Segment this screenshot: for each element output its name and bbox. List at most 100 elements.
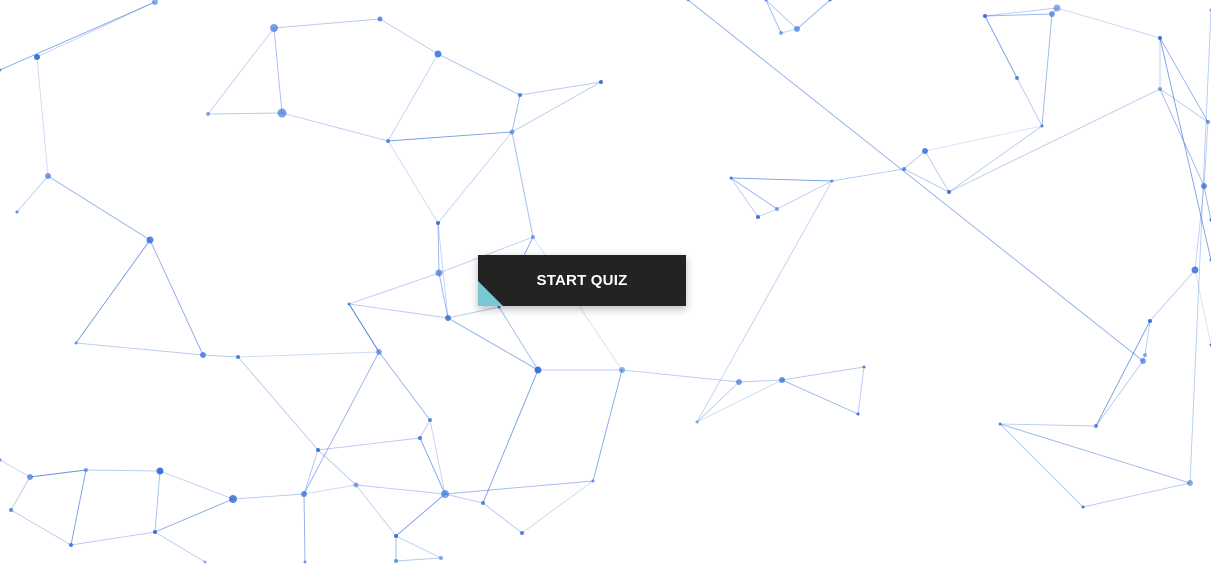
network-node — [377, 16, 383, 22]
network-link — [687, 0, 1144, 362]
network-node — [998, 422, 1002, 426]
network-link — [1095, 320, 1151, 427]
network-link — [757, 208, 778, 218]
network-link — [154, 531, 206, 563]
network-node — [509, 129, 515, 135]
network-node — [1094, 424, 1098, 428]
network-node — [236, 355, 240, 359]
network-link — [592, 369, 623, 482]
network-link — [1159, 37, 1211, 261]
network-node — [1015, 76, 1019, 80]
network-link — [444, 480, 594, 495]
network-node — [316, 448, 320, 452]
network-node — [902, 167, 906, 171]
network-node — [27, 474, 33, 480]
network-node — [34, 54, 40, 60]
network-link — [85, 469, 161, 472]
network-link — [730, 177, 833, 182]
network-node — [534, 366, 542, 374]
network-link — [355, 484, 446, 495]
network-node — [1206, 120, 1210, 124]
network-link — [149, 239, 204, 356]
network-node — [922, 148, 928, 154]
network-link — [696, 180, 833, 423]
network-node — [435, 269, 443, 277]
network-node — [418, 436, 422, 440]
network-link — [387, 131, 513, 142]
network-node — [1049, 11, 1055, 17]
network-link — [831, 168, 905, 182]
network-link — [378, 351, 431, 421]
network-link — [10, 476, 31, 511]
network-link — [498, 306, 539, 371]
network-link — [395, 535, 442, 559]
network-link — [1082, 482, 1191, 508]
network-link — [796, 0, 831, 30]
network-link — [47, 175, 151, 241]
network-link — [482, 369, 539, 504]
network-node — [779, 377, 785, 383]
network-link — [273, 18, 381, 29]
network-node — [394, 534, 398, 538]
network-node — [830, 179, 834, 183]
network-node — [229, 495, 237, 503]
network-link — [355, 484, 397, 537]
network-node — [779, 31, 783, 35]
network-node — [156, 467, 164, 475]
network-link — [303, 484, 357, 495]
network-node — [736, 379, 742, 385]
network-node — [1148, 319, 1152, 323]
network-node — [1201, 183, 1207, 189]
network-link — [154, 470, 161, 533]
network-link — [348, 272, 440, 305]
network-node — [203, 560, 207, 564]
network-node — [428, 418, 432, 422]
network-node — [394, 559, 398, 563]
network-link — [303, 351, 380, 495]
network-node — [947, 190, 951, 194]
network-node — [277, 108, 287, 118]
network-link — [999, 423, 1097, 427]
network-link — [317, 437, 421, 451]
network-node — [756, 215, 760, 219]
network-node — [481, 501, 485, 505]
network-link — [207, 112, 283, 115]
network-link — [237, 351, 380, 358]
network-link — [984, 15, 1018, 79]
network-link — [437, 131, 513, 224]
network-node — [1140, 358, 1146, 364]
network-link — [1159, 37, 1209, 123]
network-link — [348, 303, 449, 319]
network-link — [36, 56, 49, 177]
network-link — [317, 449, 357, 486]
network-link — [621, 369, 740, 383]
network-link — [738, 379, 783, 383]
network-link — [857, 366, 865, 415]
network-link — [1056, 7, 1161, 39]
network-link — [696, 381, 740, 423]
network-node — [84, 468, 88, 472]
network-link — [1095, 360, 1144, 427]
network-link — [16, 175, 49, 213]
network-node — [152, 0, 158, 5]
network-node — [153, 530, 157, 534]
network-link — [419, 437, 446, 495]
network-link — [395, 557, 442, 562]
network-link — [379, 18, 439, 55]
network-node — [9, 508, 13, 512]
network-node — [146, 236, 154, 244]
network-node — [856, 412, 860, 416]
network-node — [303, 560, 307, 564]
network-link — [237, 356, 319, 451]
start-quiz-button[interactable]: START QUIZ — [478, 255, 686, 306]
network-link — [387, 140, 439, 224]
network-node — [386, 139, 390, 143]
network-node — [353, 482, 359, 488]
network-link — [303, 493, 306, 563]
network-node — [376, 349, 382, 355]
network-node — [434, 50, 442, 58]
network-link — [438, 272, 449, 319]
network-node — [1187, 480, 1193, 486]
network-link — [781, 379, 859, 415]
network-link — [765, 0, 782, 34]
